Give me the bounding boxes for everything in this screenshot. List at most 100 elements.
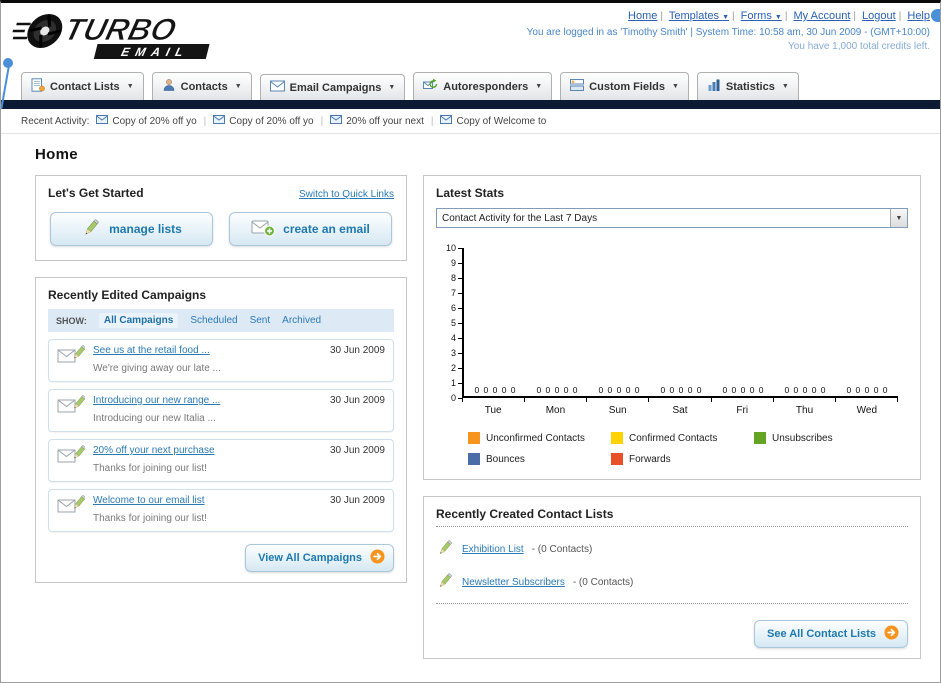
contact-list-count: - (0 Contacts) xyxy=(572,577,634,588)
manage-lists-button[interactable]: manage lists xyxy=(50,212,213,246)
chevron-down-icon: ▼ xyxy=(890,209,907,227)
campaign-title-link[interactable]: Welcome to our email list xyxy=(93,495,322,506)
campaign-date: 30 Jun 2009 xyxy=(329,445,385,456)
nav-link-templates[interactable]: Templates ▼ xyxy=(669,10,729,22)
campaign-row[interactable]: Introducing our new range ... Introducin… xyxy=(48,389,394,432)
envelope-icon xyxy=(330,115,343,127)
chevron-down-icon: ▼ xyxy=(781,83,789,90)
recent-activity-item[interactable]: Copy of Welcome to xyxy=(440,115,546,127)
campaign-row[interactable]: Welcome to our email list Thanks for joi… xyxy=(48,489,394,532)
tab-label: Contacts xyxy=(180,80,228,93)
tab-contacts[interactable]: Contacts ▼ xyxy=(151,72,252,100)
chart-x-ticks xyxy=(462,398,898,402)
legend-swatch xyxy=(754,432,766,444)
filter-all-campaigns[interactable]: All Campaigns xyxy=(98,313,179,328)
contact-list-link[interactable]: Exhibition List xyxy=(462,544,524,555)
tab-label: Custom Fields xyxy=(589,80,665,93)
header: TURBO EMAIL Home | Templates ▼ | Forms ▼ | … xyxy=(1,3,940,67)
nav-accent-bar xyxy=(1,100,940,109)
contact-list-row[interactable]: Newsletter Subscribers - (0 Contacts) xyxy=(436,565,908,598)
recent-activity-bar: Recent Activity: Copy of 20% off yo | Co… xyxy=(1,109,940,134)
campaign-subtitle: Introducing our new Italia ... xyxy=(93,413,216,424)
chevron-down-icon: ▼ xyxy=(126,83,134,90)
legend-item: Confirmed Contacts xyxy=(611,432,754,444)
legend-item: Unconfirmed Contacts xyxy=(468,432,611,444)
recent-activity-item[interactable]: Copy of 20% off yo xyxy=(96,115,197,127)
campaign-subtitle: We're giving away our late ... xyxy=(93,363,221,374)
campaign-date: 30 Jun 2009 xyxy=(329,495,385,506)
tab-custom-fields[interactable]: Custom Fields ▼ xyxy=(560,72,689,100)
latest-stats-title: Latest Stats xyxy=(436,186,505,200)
chevron-down-icon: ▼ xyxy=(535,83,543,90)
switch-quick-links-link[interactable]: Switch to Quick Links xyxy=(299,189,394,200)
filter-sent[interactable]: Sent xyxy=(250,315,271,326)
get-started-title: Let's Get Started xyxy=(48,186,144,200)
chart-value-labels: 0 0 0 0 0 xyxy=(660,385,702,395)
email-campaigns-icon xyxy=(269,80,285,95)
contact-list-link[interactable]: Newsletter Subscribers xyxy=(462,577,565,588)
contact-activity-chart: 10 9 8 7 6 5 4 3 2 1 0 0 0 0 0 0 0 0 0 0… xyxy=(438,243,898,465)
chart-value-labels: 0 0 0 0 0 xyxy=(536,385,578,395)
campaign-subtitle: Thanks for joining our list! xyxy=(93,513,207,524)
legend-swatch xyxy=(611,453,623,465)
pencil-icon xyxy=(436,572,454,593)
app-window: TURBO EMAIL Home | Templates ▼ | Forms ▼ | … xyxy=(0,0,941,683)
credits-text: You have 1,000 total credits left. xyxy=(788,41,930,52)
show-label: SHOW: xyxy=(56,315,87,326)
chart-value-labels: 0 0 0 0 0 xyxy=(784,385,826,395)
link-separator: | xyxy=(784,11,788,22)
campaign-title-link[interactable]: 20% off your next purchase xyxy=(93,445,322,456)
nav-link-my-account[interactable]: My Account xyxy=(794,10,851,22)
legend-item: Forwards xyxy=(611,453,754,465)
tab-label: Contact Lists xyxy=(50,80,120,93)
activity-separator: | xyxy=(320,115,324,127)
chart-value-labels: 0 0 0 0 0 xyxy=(722,385,764,395)
campaigns-panel-title: Recently Edited Campaigns xyxy=(48,288,207,302)
campaign-edit-icon xyxy=(57,444,87,472)
nav-link-home[interactable]: Home xyxy=(628,10,657,22)
recent-activity-item[interactable]: 20% off your next xyxy=(330,115,424,127)
create-email-button[interactable]: create an email xyxy=(229,212,392,246)
link-separator: | xyxy=(853,11,856,22)
contact-lists-panel-title: Recently Created Contact Lists xyxy=(436,507,614,521)
filter-scheduled[interactable]: Scheduled xyxy=(190,315,237,326)
link-separator: | xyxy=(732,11,735,22)
turbo-email-logo[interactable]: TURBO EMAIL xyxy=(5,6,257,67)
filter-archived[interactable]: Archived xyxy=(282,315,321,326)
tab-email-campaigns[interactable]: Email Campaigns ▼ xyxy=(259,74,406,100)
campaign-edit-icon xyxy=(57,394,87,422)
stats-period-select[interactable]: Contact Activity for the Last 7 Days ▼ xyxy=(436,208,908,228)
blue-edge-dot xyxy=(931,9,940,22)
recent-campaigns-panel: Recently Edited Campaigns SHOW: All Camp… xyxy=(35,277,407,583)
arrow-right-icon xyxy=(370,549,385,567)
chart-y-axis: 10 9 8 7 6 5 4 3 2 1 0 xyxy=(438,243,462,403)
legend-swatch xyxy=(468,453,480,465)
campaign-title-link[interactable]: Introducing our new range ... xyxy=(93,395,322,406)
pencil-icon xyxy=(436,539,454,560)
get-started-panel: Let's Get Started Switch to Quick Links … xyxy=(35,175,407,261)
chart-x-labels: Tue Mon Sun Sat Fri Thu Wed xyxy=(484,405,878,416)
view-all-campaigns-button[interactable]: View All Campaigns xyxy=(245,544,394,572)
tab-autoresponders[interactable]: Autoresponders ▼ xyxy=(413,72,553,100)
dotted-divider xyxy=(436,526,908,527)
see-all-contact-lists-button[interactable]: See All Contact Lists xyxy=(753,620,908,648)
recent-activity-item[interactable]: Copy of 20% off yo xyxy=(213,115,314,127)
pencil-icon xyxy=(81,218,101,241)
logo-title: TURBO xyxy=(61,12,180,46)
dotted-divider xyxy=(436,603,908,604)
campaign-title-link[interactable]: See us at the retail food ... xyxy=(93,345,322,356)
campaign-row[interactable]: See us at the retail food ... We're givi… xyxy=(48,339,394,382)
nav-link-logout[interactable]: Logout xyxy=(862,10,896,22)
legend-item: Bounces xyxy=(468,453,611,465)
nav-link-forms[interactable]: Forms ▼ xyxy=(741,10,782,22)
campaign-row[interactable]: 20% off your next purchase Thanks for jo… xyxy=(48,439,394,482)
arrow-right-icon xyxy=(884,625,899,643)
tab-statistics[interactable]: Statistics ▼ xyxy=(696,72,799,100)
tab-contact-lists[interactable]: Contact Lists ▼ xyxy=(21,72,144,100)
legend-swatch xyxy=(468,432,480,444)
contact-list-row[interactable]: Exhibition List - (0 Contacts) xyxy=(436,532,908,565)
custom-fields-icon xyxy=(570,78,585,95)
contact-lists-icon xyxy=(31,78,45,95)
envelope-plus-icon xyxy=(251,219,276,240)
nav-link-help[interactable]: Help xyxy=(907,10,930,22)
